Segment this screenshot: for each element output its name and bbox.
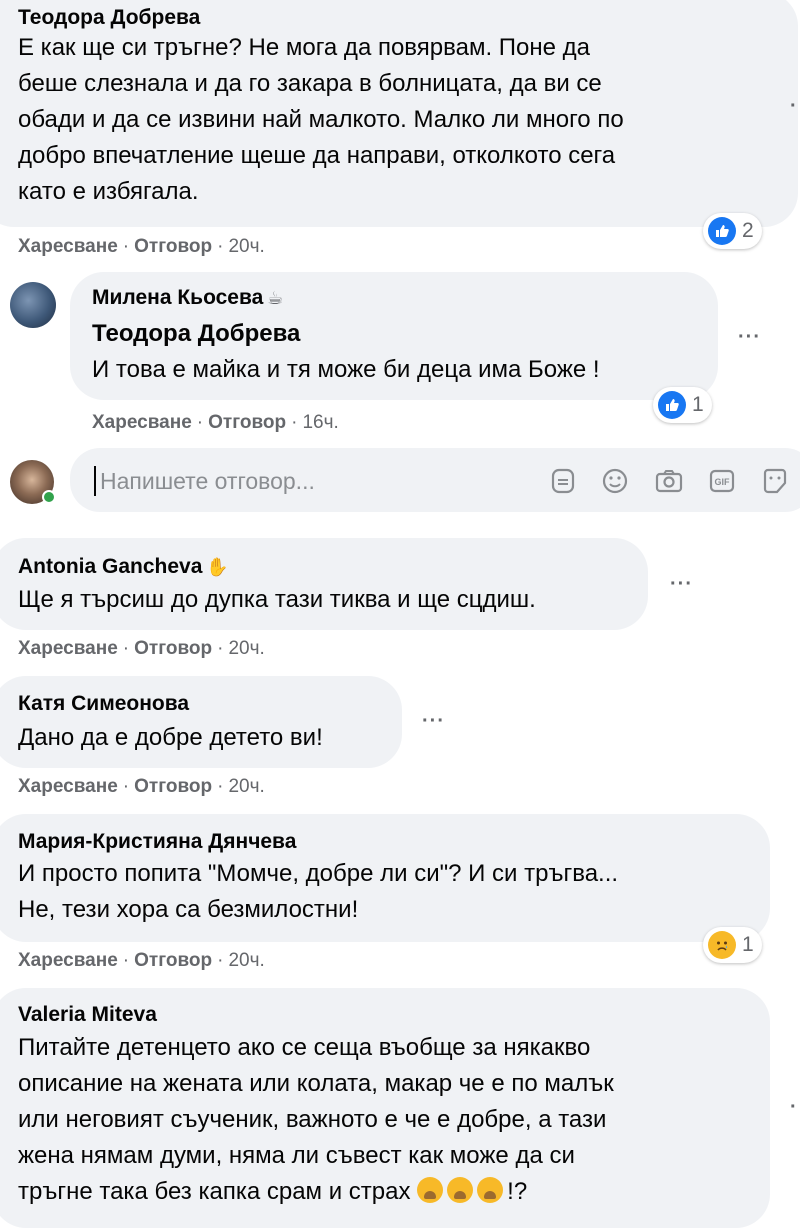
comment-time[interactable]: 20ч.: [228, 776, 264, 797]
reaction-count: 1: [692, 393, 704, 416]
comment-author[interactable]: Катя Симеонова: [18, 692, 189, 716]
comment-text-line: или неговият съученик, важното е че е до…: [18, 1106, 607, 1133]
svg-text:GIF: GIF: [715, 477, 731, 487]
comment-time[interactable]: 16ч.: [302, 412, 338, 433]
woman-facepalming-icon: [417, 1177, 444, 1203]
more-options-icon[interactable]: ···: [422, 710, 445, 733]
comment-author[interactable]: Теодора Добрева: [18, 6, 200, 30]
like-action[interactable]: Харесване: [18, 776, 118, 797]
comment-text-line: Не, тези хора са безмилостни!: [18, 896, 359, 923]
comment-text-line: Питайте детенцето ако се сеща въобще за …: [18, 1034, 591, 1061]
comment-text-line: Дано да е добре детето ви!: [18, 724, 323, 751]
comment-text-line: И просто попита "Момче, добре ли си"? И …: [18, 860, 619, 887]
comment-text-line: добро впечатление щеше да направи, откол…: [18, 142, 616, 169]
comment-text-line: беше слезнала и да го закара в болницата…: [18, 70, 602, 97]
woman-facepalming-icon: [447, 1177, 474, 1203]
reply-action[interactable]: Отговор: [208, 412, 286, 433]
comment-time[interactable]: 20ч.: [228, 638, 264, 659]
reaction-count: 2: [742, 219, 754, 242]
reaction-badge[interactable]: 2: [703, 213, 762, 249]
like-icon: [658, 391, 686, 419]
mention-link[interactable]: Теодора Добрева: [92, 316, 300, 352]
comment-text-line: И това е майка и тя може би деца има Бож…: [92, 356, 600, 383]
comment-actions: Харесване · Отговор · 20ч.: [18, 638, 265, 659]
reaction-badge[interactable]: 1: [653, 387, 712, 423]
like-action[interactable]: Харесване: [18, 236, 118, 257]
reply-action[interactable]: Отговор: [134, 776, 212, 797]
badge-icon: ☕: [267, 288, 284, 308]
comment-actions: Харесване · Отговор · 20ч.: [18, 236, 265, 257]
comment-actions: Харесване · Отговор · 16ч.: [92, 412, 339, 433]
online-status-icon: [42, 490, 56, 504]
comment-author[interactable]: Мария-Кристияна Дянчева: [18, 830, 296, 854]
comment-text-line: обади и да се извини най малкото. Малко …: [18, 106, 624, 133]
reaction-count: 1: [742, 933, 754, 956]
more-options-icon[interactable]: ·: [790, 95, 798, 118]
camera-icon[interactable]: [654, 466, 684, 496]
comment-author[interactable]: Милена Кьосева ☕: [92, 286, 283, 310]
comment-text-line: Ще я търсиш до дупка тази тиква и ще сцд…: [18, 586, 536, 613]
comment-text-line: описание на жената или колата, макар че …: [18, 1070, 614, 1097]
like-action[interactable]: Харесване: [18, 638, 118, 659]
like-icon: [708, 217, 736, 245]
like-action[interactable]: Харесване: [92, 412, 192, 433]
like-action[interactable]: Харесване: [18, 950, 118, 971]
more-options-icon[interactable]: ···: [738, 326, 761, 349]
avatar[interactable]: [10, 282, 56, 328]
emoji-icon[interactable]: [600, 466, 630, 496]
comment-author[interactable]: Valeria Miteva: [18, 1003, 157, 1027]
woman-facepalming-icon: [477, 1177, 504, 1203]
sad-reaction-icon: [708, 931, 736, 959]
comment-text-line: Е как ще си тръгне? Не мога да повярвам.…: [18, 34, 591, 61]
reaction-badge[interactable]: 1: [703, 927, 762, 963]
comment-text-line: тръгне така без капка срам и страх !?: [18, 1177, 528, 1205]
reply-action[interactable]: Отговор: [134, 950, 212, 971]
gif-icon[interactable]: GIF: [707, 466, 737, 496]
more-options-icon[interactable]: ·: [790, 1096, 798, 1119]
more-options-icon[interactable]: ···: [670, 573, 693, 596]
sticker-icon[interactable]: [548, 466, 578, 496]
comment-text-line: като е избягала.: [18, 178, 199, 205]
reply-action[interactable]: Отговор: [134, 638, 212, 659]
comment-time[interactable]: 20ч.: [228, 950, 264, 971]
comment-actions: Харесване · Отговор · 20ч.: [18, 950, 265, 971]
comment-text-line: жена нямам думи, няма ли съвест как може…: [18, 1142, 575, 1169]
reply-placeholder: Напишете отговор...: [100, 468, 315, 494]
text-cursor: [94, 466, 96, 496]
comment-author[interactable]: Antonia Gancheva ✋: [18, 555, 229, 579]
comment-actions: Харесване · Отговор · 20ч.: [18, 776, 265, 797]
comment-time[interactable]: 20ч.: [228, 236, 264, 257]
badge-icon: ✋: [206, 557, 229, 577]
reply-action[interactable]: Отговор: [134, 236, 212, 257]
sticker-face-icon[interactable]: [760, 466, 790, 496]
